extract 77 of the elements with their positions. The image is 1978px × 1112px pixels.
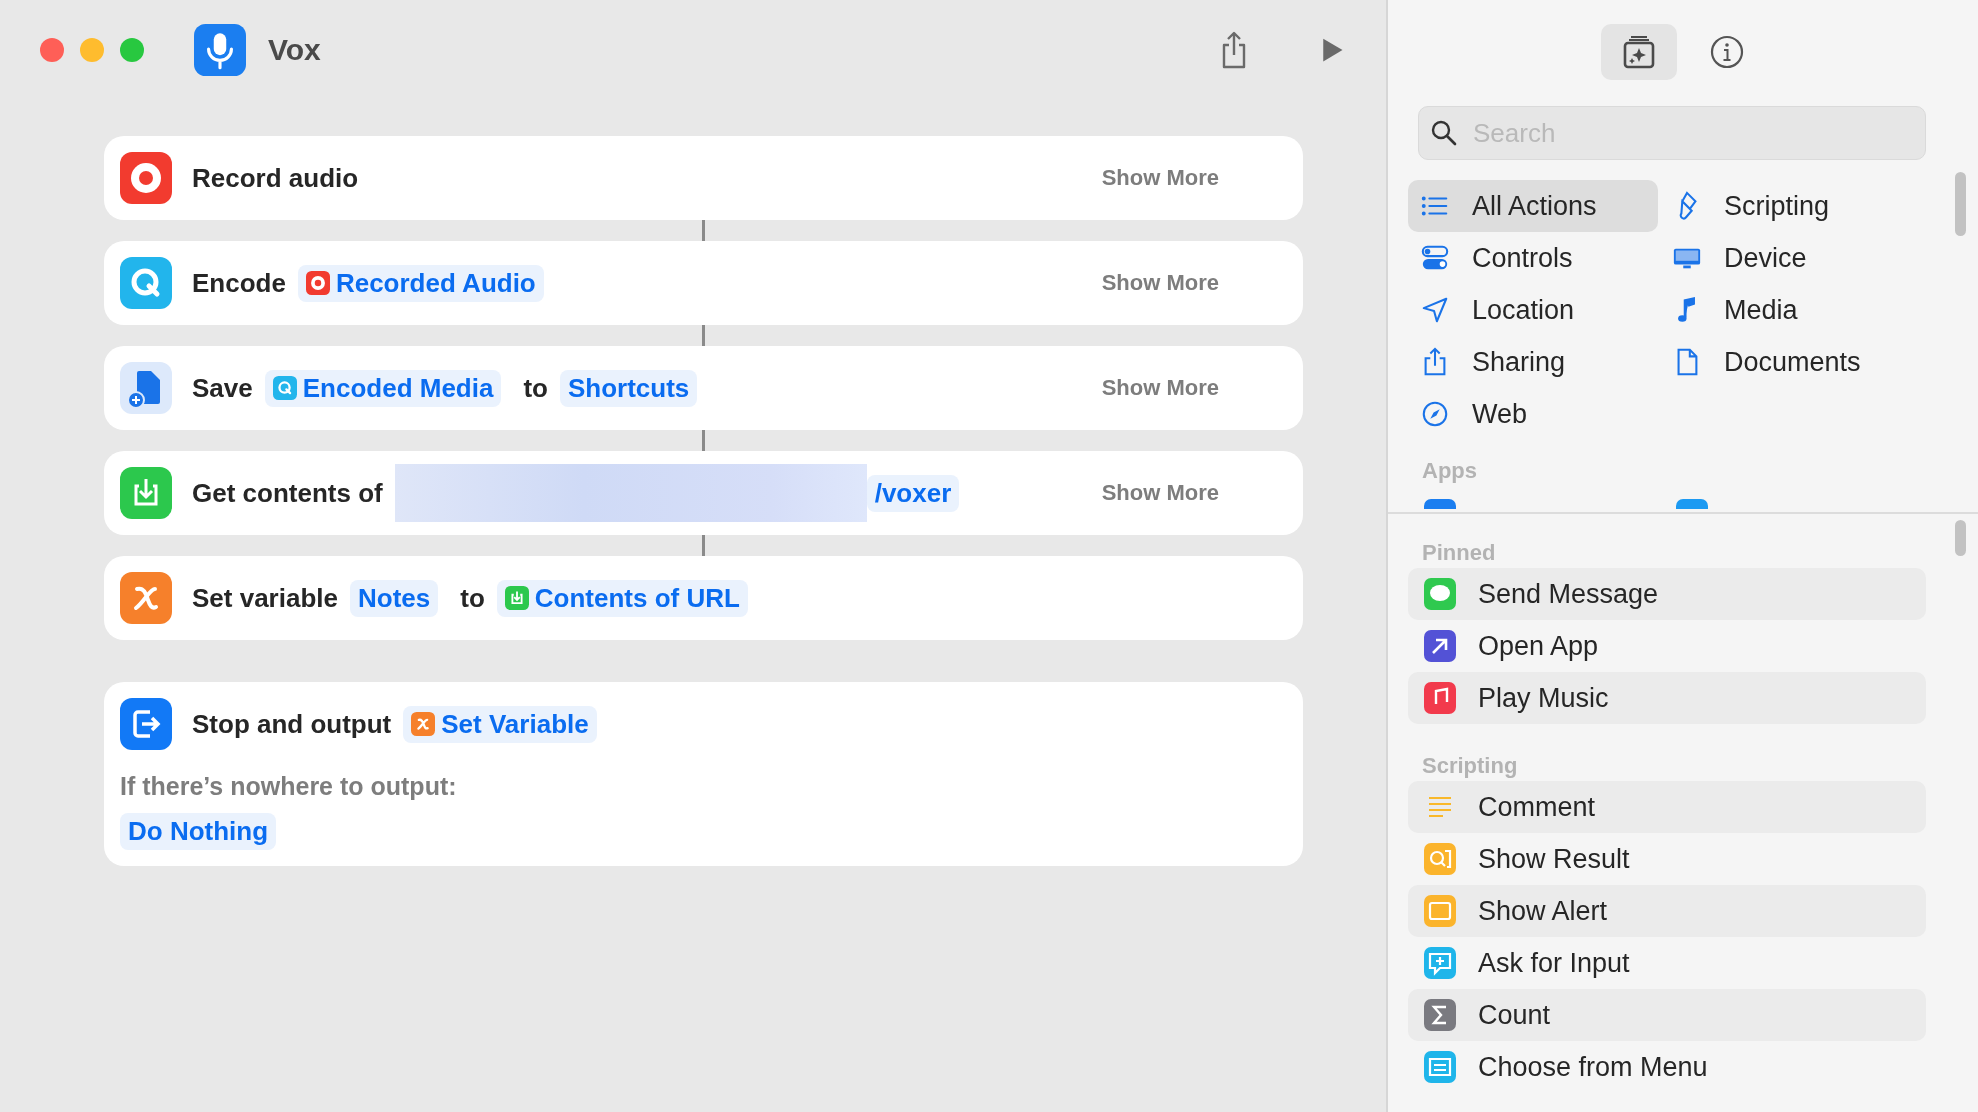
download-icon <box>120 467 172 519</box>
action-item[interactable]: Ask for Input <box>1408 937 1926 989</box>
fallback-token[interactable]: Do Nothing <box>120 813 277 850</box>
section-header: Scripting <box>1421 752 1519 780</box>
category-item[interactable]: Scripting <box>1660 180 1910 232</box>
section-header: Pinned <box>1421 539 1497 567</box>
download-icon <box>504 586 529 610</box>
close-window-button[interactable] <box>40 38 64 62</box>
action-item[interactable]: Comment <box>1408 781 1926 833</box>
arrow-app-icon <box>1424 630 1456 662</box>
action-label: to <box>460 582 485 614</box>
connector-line <box>702 535 705 556</box>
variable-token[interactable]: /voxer <box>866 474 960 512</box>
sigma-icon <box>1424 999 1456 1031</box>
app-icon <box>1676 499 1708 509</box>
input-bubble-icon <box>1424 947 1456 979</box>
action-label: Save <box>192 372 253 404</box>
exit-icon <box>120 698 172 750</box>
output-note: If there’s nowhere to output: <box>120 772 458 801</box>
action-item[interactable]: Open App <box>1408 620 1926 672</box>
variable-icon <box>411 712 436 736</box>
library-tab[interactable] <box>1601 24 1677 80</box>
menu-icon <box>1424 1051 1456 1083</box>
category-item[interactable]: All Actions <box>1408 180 1658 232</box>
app-icon <box>1424 499 1456 509</box>
show-more-button[interactable]: Show More <box>1101 480 1219 506</box>
variable-token[interactable]: Notes <box>350 579 439 617</box>
connector-line <box>702 430 705 451</box>
record-icon <box>305 271 330 295</box>
zoom-window-button[interactable] <box>120 38 144 62</box>
connector-line <box>702 220 705 241</box>
category-item[interactable]: Controls <box>1408 232 1658 284</box>
show-more-button[interactable]: Show More <box>1101 270 1219 296</box>
variable-token[interactable]: Set Variable <box>403 705 597 743</box>
microphone-app-icon <box>194 24 246 76</box>
action-label: Encode <box>192 267 286 299</box>
scrollbar[interactable] <box>1955 520 1966 556</box>
q-icon <box>272 376 297 400</box>
music-note-icon <box>1424 682 1456 714</box>
action-item[interactable]: Count <box>1408 989 1926 1041</box>
result-icon <box>1424 843 1456 875</box>
search-icon <box>1430 119 1458 147</box>
action-label: Record audio <box>192 162 359 194</box>
q-icon <box>120 257 172 309</box>
variable-icon <box>120 572 172 624</box>
action-item[interactable]: Choose from Menu <box>1408 1041 1926 1093</box>
variable-token[interactable]: Shortcuts <box>560 369 698 407</box>
action-label: Set variable <box>192 582 338 614</box>
action-label: to <box>523 372 548 404</box>
scrollbar[interactable] <box>1955 172 1966 236</box>
category-item[interactable]: Media <box>1660 284 1910 336</box>
action-item[interactable]: Send Message <box>1408 568 1926 620</box>
record-icon <box>120 152 172 204</box>
action-item[interactable]: Show Result <box>1408 833 1926 885</box>
category-item[interactable]: Documents <box>1660 336 1910 388</box>
show-more-button[interactable]: Show More <box>1101 375 1219 401</box>
document-icon <box>120 362 172 414</box>
window-title: Vox <box>268 33 321 67</box>
variable-token[interactable]: Encoded Media <box>264 369 502 407</box>
message-bubble-icon <box>1424 578 1456 610</box>
section-header: Apps <box>1421 457 1478 485</box>
minimize-window-button[interactable] <box>80 38 104 62</box>
action-item[interactable]: Show Alert <box>1408 885 1926 937</box>
variable-token[interactable]: Contents of URL <box>496 579 748 617</box>
action-label: Stop and output <box>192 708 392 740</box>
variable-token[interactable]: Recorded Audio <box>297 264 544 302</box>
location-arrow-icon <box>1420 295 1450 325</box>
show-more-button[interactable]: Show More <box>1101 165 1219 191</box>
category-item[interactable]: Web <box>1408 388 1658 440</box>
action-item[interactable]: Play Music <box>1408 672 1926 724</box>
alert-window-icon <box>1424 895 1456 927</box>
compass-icon <box>1420 399 1450 429</box>
category-item[interactable]: Sharing <box>1408 336 1658 388</box>
category-item[interactable]: Device <box>1660 232 1910 284</box>
connector-line <box>702 325 705 346</box>
action-label: Get contents of <box>192 477 383 509</box>
category-item[interactable]: Location <box>1408 284 1658 336</box>
